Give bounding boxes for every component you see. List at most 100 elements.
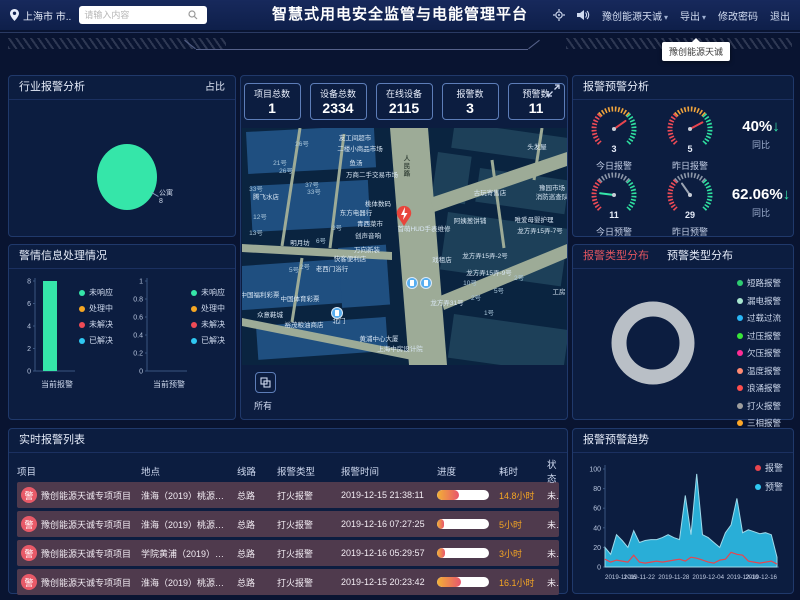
legend-dot-icon (737, 350, 743, 356)
legend-item[interactable]: 未响应 (191, 287, 225, 298)
svg-text:0.6: 0.6 (133, 315, 143, 322)
stat-label: 项目总数 (245, 87, 300, 100)
chevron-down-icon: ▾ (664, 13, 668, 22)
yoy-value: 62.06%↓ (731, 186, 791, 203)
speaker-icon[interactable] (577, 9, 590, 21)
stat-box: 在线设备2115 (376, 83, 433, 120)
legend-label: 已解决 (201, 335, 225, 346)
alarm-badge: 警 (21, 516, 37, 532)
legend-label: 过载过流 (747, 312, 781, 324)
alarm-type-donut-chart[interactable] (601, 285, 711, 410)
svg-text:6: 6 (27, 301, 31, 308)
device-marker-icon[interactable] (407, 278, 418, 289)
svg-text:80: 80 (593, 486, 601, 493)
user-tooltip: 豫创能源天诚 (662, 42, 730, 61)
table-row[interactable]: 警豫创能源天诚专项项目学院黄浦（2019）盛家街7...总路打火报警2019-1… (17, 540, 559, 566)
legend-item[interactable]: 处理中 (79, 303, 113, 314)
legend-item[interactable]: 处理中 (191, 303, 225, 314)
badge-cell: 警 (17, 574, 41, 590)
row-time: 2019-12-15 20:23:42 (341, 577, 437, 587)
legend-item[interactable]: 短路报警 (737, 277, 781, 289)
row-place: 淮海（2019）桃源路41号6... (141, 518, 237, 531)
legend-item[interactable]: 漏电报警 (737, 295, 781, 307)
logout-link[interactable]: 退出 (770, 8, 790, 23)
svg-text:2019-12-16: 2019-12-16 (745, 574, 777, 581)
map-label: 2号 (471, 292, 481, 302)
legend-item[interactable]: 浪涌报警 (737, 382, 781, 394)
map-label: 东方电器行 (340, 207, 373, 217)
legend-item[interactable]: 已解决 (191, 335, 225, 346)
legend-item[interactable]: 打火报警 (737, 400, 781, 412)
svg-text:29: 29 (685, 210, 695, 220)
industry-pie-chart[interactable] (97, 144, 157, 210)
panel-title: 报警预警分析 (583, 76, 649, 99)
row-project: 豫创能源天诚专项项目 (41, 489, 141, 502)
svg-text:0.8: 0.8 (133, 297, 143, 304)
map-label: 中国体育彩票 (281, 293, 320, 303)
map-label: 黄浦中心大厦 (360, 333, 399, 343)
table-row[interactable]: 警豫创能源天诚专项项目淮海（2019）桃源路55弄4...总路打火报警2019-… (17, 569, 559, 595)
gauge-昨日报警: 5昨日报警 (655, 104, 725, 172)
map-label: 33号 (307, 186, 321, 196)
gauge-今日报警: 3今日报警 (579, 104, 649, 172)
ratio-toggle[interactable]: 占比 (205, 76, 225, 99)
legend-item[interactable]: 未响应 (79, 287, 113, 298)
map-filter-button[interactable] (255, 372, 276, 393)
city-selector[interactable]: 上海市 市.. (10, 8, 71, 23)
search-box[interactable] (79, 6, 207, 24)
search-input[interactable] (84, 10, 188, 20)
panel-title: 行业报警分析 (19, 76, 85, 99)
yoy-label: 同比 (731, 206, 791, 219)
svg-text:2019-11-22: 2019-11-22 (624, 574, 656, 581)
row-line: 总路 (237, 489, 277, 502)
map-all-filter[interactable]: 所有 (254, 399, 272, 412)
user-menu[interactable]: 豫创能源天诚▾ (602, 8, 668, 23)
row-progressbar (437, 577, 489, 587)
map-label: 青西菜市 (357, 218, 383, 228)
legend-item[interactable]: 已解决 (79, 335, 113, 346)
legend-item[interactable]: 未解决 (191, 319, 225, 330)
fullscreen-icon[interactable] (547, 84, 560, 97)
map-label: 戏租店 (432, 254, 452, 264)
map-label: 龙方弄15弄-7号 (517, 225, 563, 235)
current-alarm-bar-chart: 02468当前报警 (13, 273, 79, 395)
table-row[interactable]: 警豫创能源天诚专项项目淮海（2019）桃源路41号6...总路打火报警2019-… (17, 511, 559, 537)
row-line: 总路 (237, 518, 277, 531)
badge-cell: 警 (17, 545, 41, 561)
legend-item[interactable]: 过载过流 (737, 312, 781, 324)
city-map[interactable]: 友工间超市二楼小商品市场鱼汤万商二手交易市场头发屋古玩寄售店豫园市场消防巡查队腾… (242, 128, 567, 365)
stat-value: 11 (509, 100, 564, 116)
map-label: 上海中房设计院 (377, 343, 423, 353)
legend-dot-icon (191, 338, 197, 344)
top-header: 上海市 市.. 智慧式用电安全监管与电能管理平台 豫创能源天诚▾ 导出▾ 修改密… (0, 0, 800, 30)
layers-icon (260, 377, 271, 388)
tab-alarm-type[interactable]: 报警类型分布 (583, 245, 649, 268)
stat-value: 1 (245, 100, 300, 116)
svg-text:5: 5 (687, 144, 692, 154)
gear-icon[interactable] (553, 9, 565, 21)
row-duration: 14.8小时 (499, 489, 547, 502)
export-menu[interactable]: 导出▾ (680, 8, 706, 23)
device-marker-icon[interactable] (421, 278, 432, 289)
legend-dot-icon (737, 420, 743, 426)
legend-item[interactable]: 欠压报警 (737, 347, 781, 359)
tab-warning-type[interactable]: 预警类型分布 (667, 245, 733, 268)
legend-label: 过压报警 (747, 330, 781, 342)
map-label: 万商二手交易市场 (346, 169, 398, 179)
legend-label: 漏电报警 (747, 295, 781, 307)
row-line: 总路 (237, 576, 277, 589)
row-line: 总路 (237, 547, 277, 560)
realtime-alarm-table-panel: 实时报警列表 项目 地点 线路 报警类型 报警时间 进度 耗时 状态 警豫创能源… (8, 428, 568, 594)
map-label: 5号 (494, 285, 504, 295)
svg-text:8: 8 (27, 279, 31, 286)
legend-item[interactable]: 温度报警 (737, 365, 781, 377)
map-label: 老西门浴行 (316, 263, 349, 273)
legend-dot-icon (737, 280, 743, 286)
stat-box: 报警数3 (442, 83, 499, 120)
map-label: 鱼汤 (350, 157, 363, 167)
legend-label: 短路报警 (747, 277, 781, 289)
table-row[interactable]: 警豫创能源天诚专项项目淮海（2019）桃源路55号...总路打火报警2019-1… (17, 482, 559, 508)
change-password-link[interactable]: 修改密码 (718, 8, 758, 23)
legend-item[interactable]: 未解决 (79, 319, 113, 330)
legend-item[interactable]: 过压报警 (737, 330, 781, 342)
